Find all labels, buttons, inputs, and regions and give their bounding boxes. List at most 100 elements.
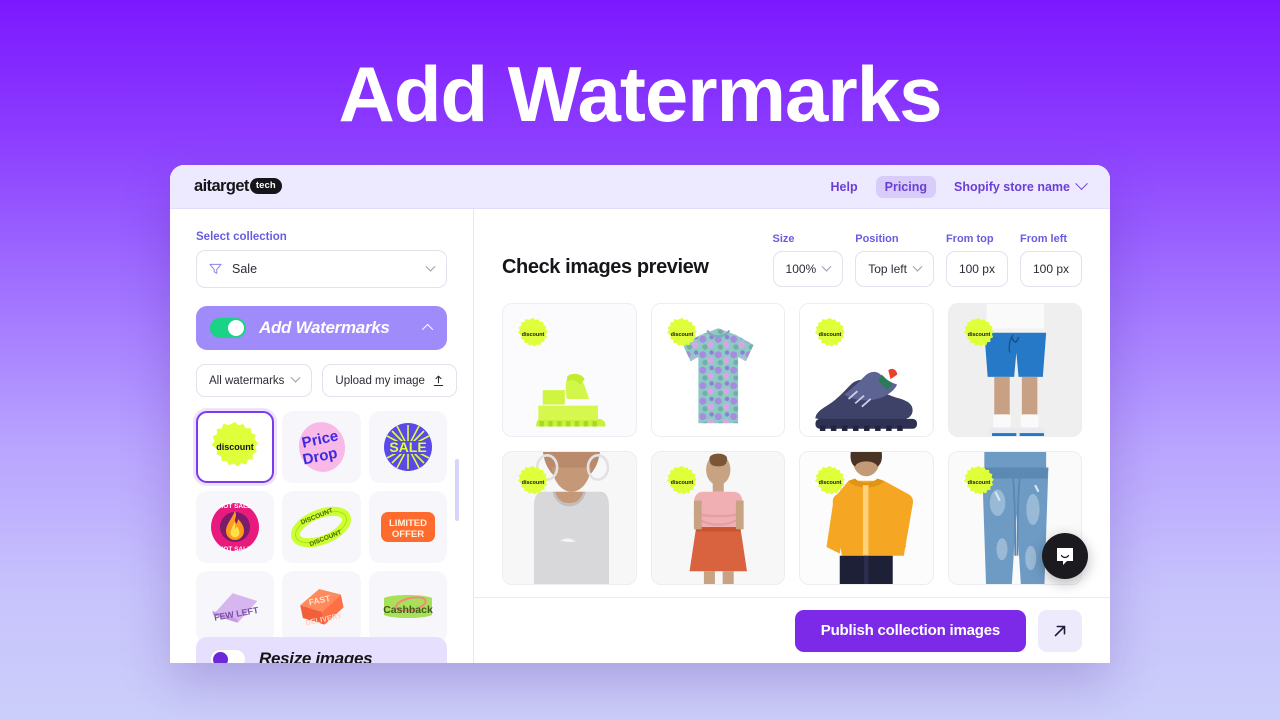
chevron-down-icon <box>821 261 832 272</box>
position-label: Position <box>855 233 899 245</box>
preview-image-card[interactable]: discount <box>650 451 785 585</box>
add-watermarks-panel-header[interactable]: Add Watermarks <box>196 306 447 350</box>
preview-image-card[interactable]: discount <box>799 451 934 585</box>
add-watermarks-label: Add Watermarks <box>259 318 390 337</box>
svg-text:HOT SALE: HOT SALE <box>219 503 253 510</box>
svg-text:Cashback: Cashback <box>383 604 433 616</box>
preview-image-card[interactable]: discount <box>650 303 785 437</box>
main-panel: Check images preview Size 100% Position … <box>474 209 1110 663</box>
fast-delivery-icon: FAST DELIVERY <box>300 588 345 627</box>
sticker-cashback[interactable]: Cashback <box>368 571 447 643</box>
from-top-label: From top <box>945 233 994 245</box>
from-top-input[interactable]: 100 px <box>945 251 1008 287</box>
watermark-discount-stamp: discount <box>517 465 548 495</box>
svg-text:SALE: SALE <box>389 439 426 455</box>
preview-grid-scroll[interactable]: discount discount discount discount disc… <box>474 287 1110 597</box>
watermark-discount-stamp: discount <box>963 317 994 347</box>
svg-text:discount: discount <box>522 332 545 338</box>
preview-image-card[interactable]: discount <box>502 451 637 585</box>
sidebar-scrollbar-thumb[interactable] <box>455 459 459 521</box>
watermark-actions: All watermarks Upload my image <box>196 364 457 397</box>
collection-select[interactable]: Sale <box>196 250 447 288</box>
resize-images-label: Resize images <box>259 649 373 663</box>
preview-title: Check images preview <box>502 256 709 278</box>
watermark-discount-stamp: discount <box>814 465 845 495</box>
app-body: Select collection Sale Add Watermarks Al… <box>170 209 1110 663</box>
preview-image-grid: discount discount discount discount disc… <box>502 303 1082 597</box>
add-watermarks-toggle[interactable] <box>210 318 246 338</box>
sale-badge-icon: SALE <box>383 423 432 471</box>
svg-text:discount: discount <box>670 332 693 338</box>
svg-text:HOT SALE: HOT SALE <box>219 546 253 553</box>
position-control: Position Top left <box>855 233 934 287</box>
brand-logo[interactable]: aitarget tech <box>194 177 282 196</box>
sticker-price-drop[interactable]: Price Drop <box>282 411 361 483</box>
watermark-discount-stamp: discount <box>963 465 994 495</box>
chevron-down-icon <box>912 261 923 272</box>
brand-name: aitarget <box>194 177 249 195</box>
sticker-sale[interactable]: SALE <box>368 411 447 483</box>
sticker-discount-ring[interactable]: DISCOUNT DISCOUNT <box>282 491 361 563</box>
page-title: Add Watermarks <box>338 50 943 138</box>
watermark-discount-stamp: discount <box>666 317 697 347</box>
svg-text:discount: discount <box>819 332 842 338</box>
all-watermarks-dropdown[interactable]: All watermarks <box>196 364 313 397</box>
nav-pricing[interactable]: Pricing <box>875 175 936 198</box>
from-top-value: 100 px <box>958 262 995 276</box>
topbar-nav: Help Pricing Shopify store name <box>831 175 1088 198</box>
size-select[interactable]: 100% <box>772 251 844 287</box>
size-control: Size 100% <box>772 233 844 287</box>
publish-collection-images-button[interactable]: Publish collection images <box>794 609 1026 652</box>
from-left-value: 100 px <box>1032 262 1069 276</box>
preview-image-card[interactable]: discount <box>947 303 1082 437</box>
svg-text:discount: discount <box>819 480 842 486</box>
cashback-icon: Cashback <box>383 595 433 618</box>
watermark-discount-stamp: discount <box>666 465 697 495</box>
open-external-button[interactable] <box>1038 609 1082 652</box>
svg-text:LIMITED: LIMITED <box>389 518 427 529</box>
nav-help[interactable]: Help <box>831 180 858 194</box>
app-window: aitarget tech Help Pricing Shopify store … <box>170 165 1110 663</box>
store-name-label: Shopify store name <box>954 179 1070 194</box>
sticker-few-left[interactable]: FEW LEFT <box>196 571 275 643</box>
from-top-control: From top 100 px <box>945 233 1008 287</box>
watermark-controls: Size 100% Position Top left From top 100… <box>772 233 1082 287</box>
watermark-sticker-grid: discount Price Drop SALE HOT SALE HOT SA… <box>196 411 447 643</box>
from-left-input[interactable]: 100 px <box>1019 251 1082 287</box>
svg-text:discount: discount <box>670 480 693 486</box>
svg-text:discount: discount <box>216 442 254 452</box>
sidebar: Select collection Sale Add Watermarks Al… <box>170 209 474 663</box>
upload-icon <box>433 375 444 386</box>
sticker-hot-sale[interactable]: HOT SALE HOT SALE <box>196 491 275 563</box>
sticker-limited-offer[interactable]: LIMITED OFFER <box>368 491 447 563</box>
chevron-down-icon <box>425 261 436 272</box>
preview-header: Check images preview Size 100% Position … <box>474 209 1110 287</box>
from-left-control: From left 100 px <box>1019 233 1082 287</box>
sticker-fast-delivery[interactable]: FAST DELIVERY <box>282 571 361 643</box>
brand-badge: tech <box>249 177 282 194</box>
app-topbar: aitarget tech Help Pricing Shopify store … <box>170 165 1110 209</box>
store-selector[interactable]: Shopify store name <box>954 177 1088 194</box>
resize-images-panel-header[interactable]: Resize images <box>196 637 447 663</box>
hot-sale-fire-icon: HOT SALE HOT SALE <box>211 503 260 553</box>
limited-offer-icon: LIMITED OFFER <box>380 512 435 542</box>
chevron-down-icon <box>290 372 301 383</box>
arrow-up-right-icon <box>1054 625 1066 636</box>
chat-widget-button[interactable] <box>1042 533 1088 579</box>
resize-images-toggle[interactable] <box>210 649 246 663</box>
from-left-label: From left <box>1019 233 1068 245</box>
sticker-discount[interactable]: discount <box>196 411 275 483</box>
svg-text:OFFER: OFFER <box>392 529 424 540</box>
upload-my-image-button[interactable]: Upload my image <box>322 364 457 397</box>
chevron-up-icon[interactable] <box>421 323 434 336</box>
preview-image-card[interactable]: discount <box>799 303 934 437</box>
collection-value: Sale <box>232 262 258 276</box>
svg-text:discount: discount <box>967 480 990 486</box>
position-select[interactable]: Top left <box>855 251 934 287</box>
filter-funnel-icon <box>209 263 222 274</box>
chat-widget-icon <box>1057 548 1073 565</box>
svg-text:discount: discount <box>967 332 990 338</box>
few-left-icon: FEW LEFT <box>212 593 260 623</box>
preview-image-card[interactable]: discount <box>502 303 637 437</box>
select-collection-label: Select collection <box>196 231 287 243</box>
